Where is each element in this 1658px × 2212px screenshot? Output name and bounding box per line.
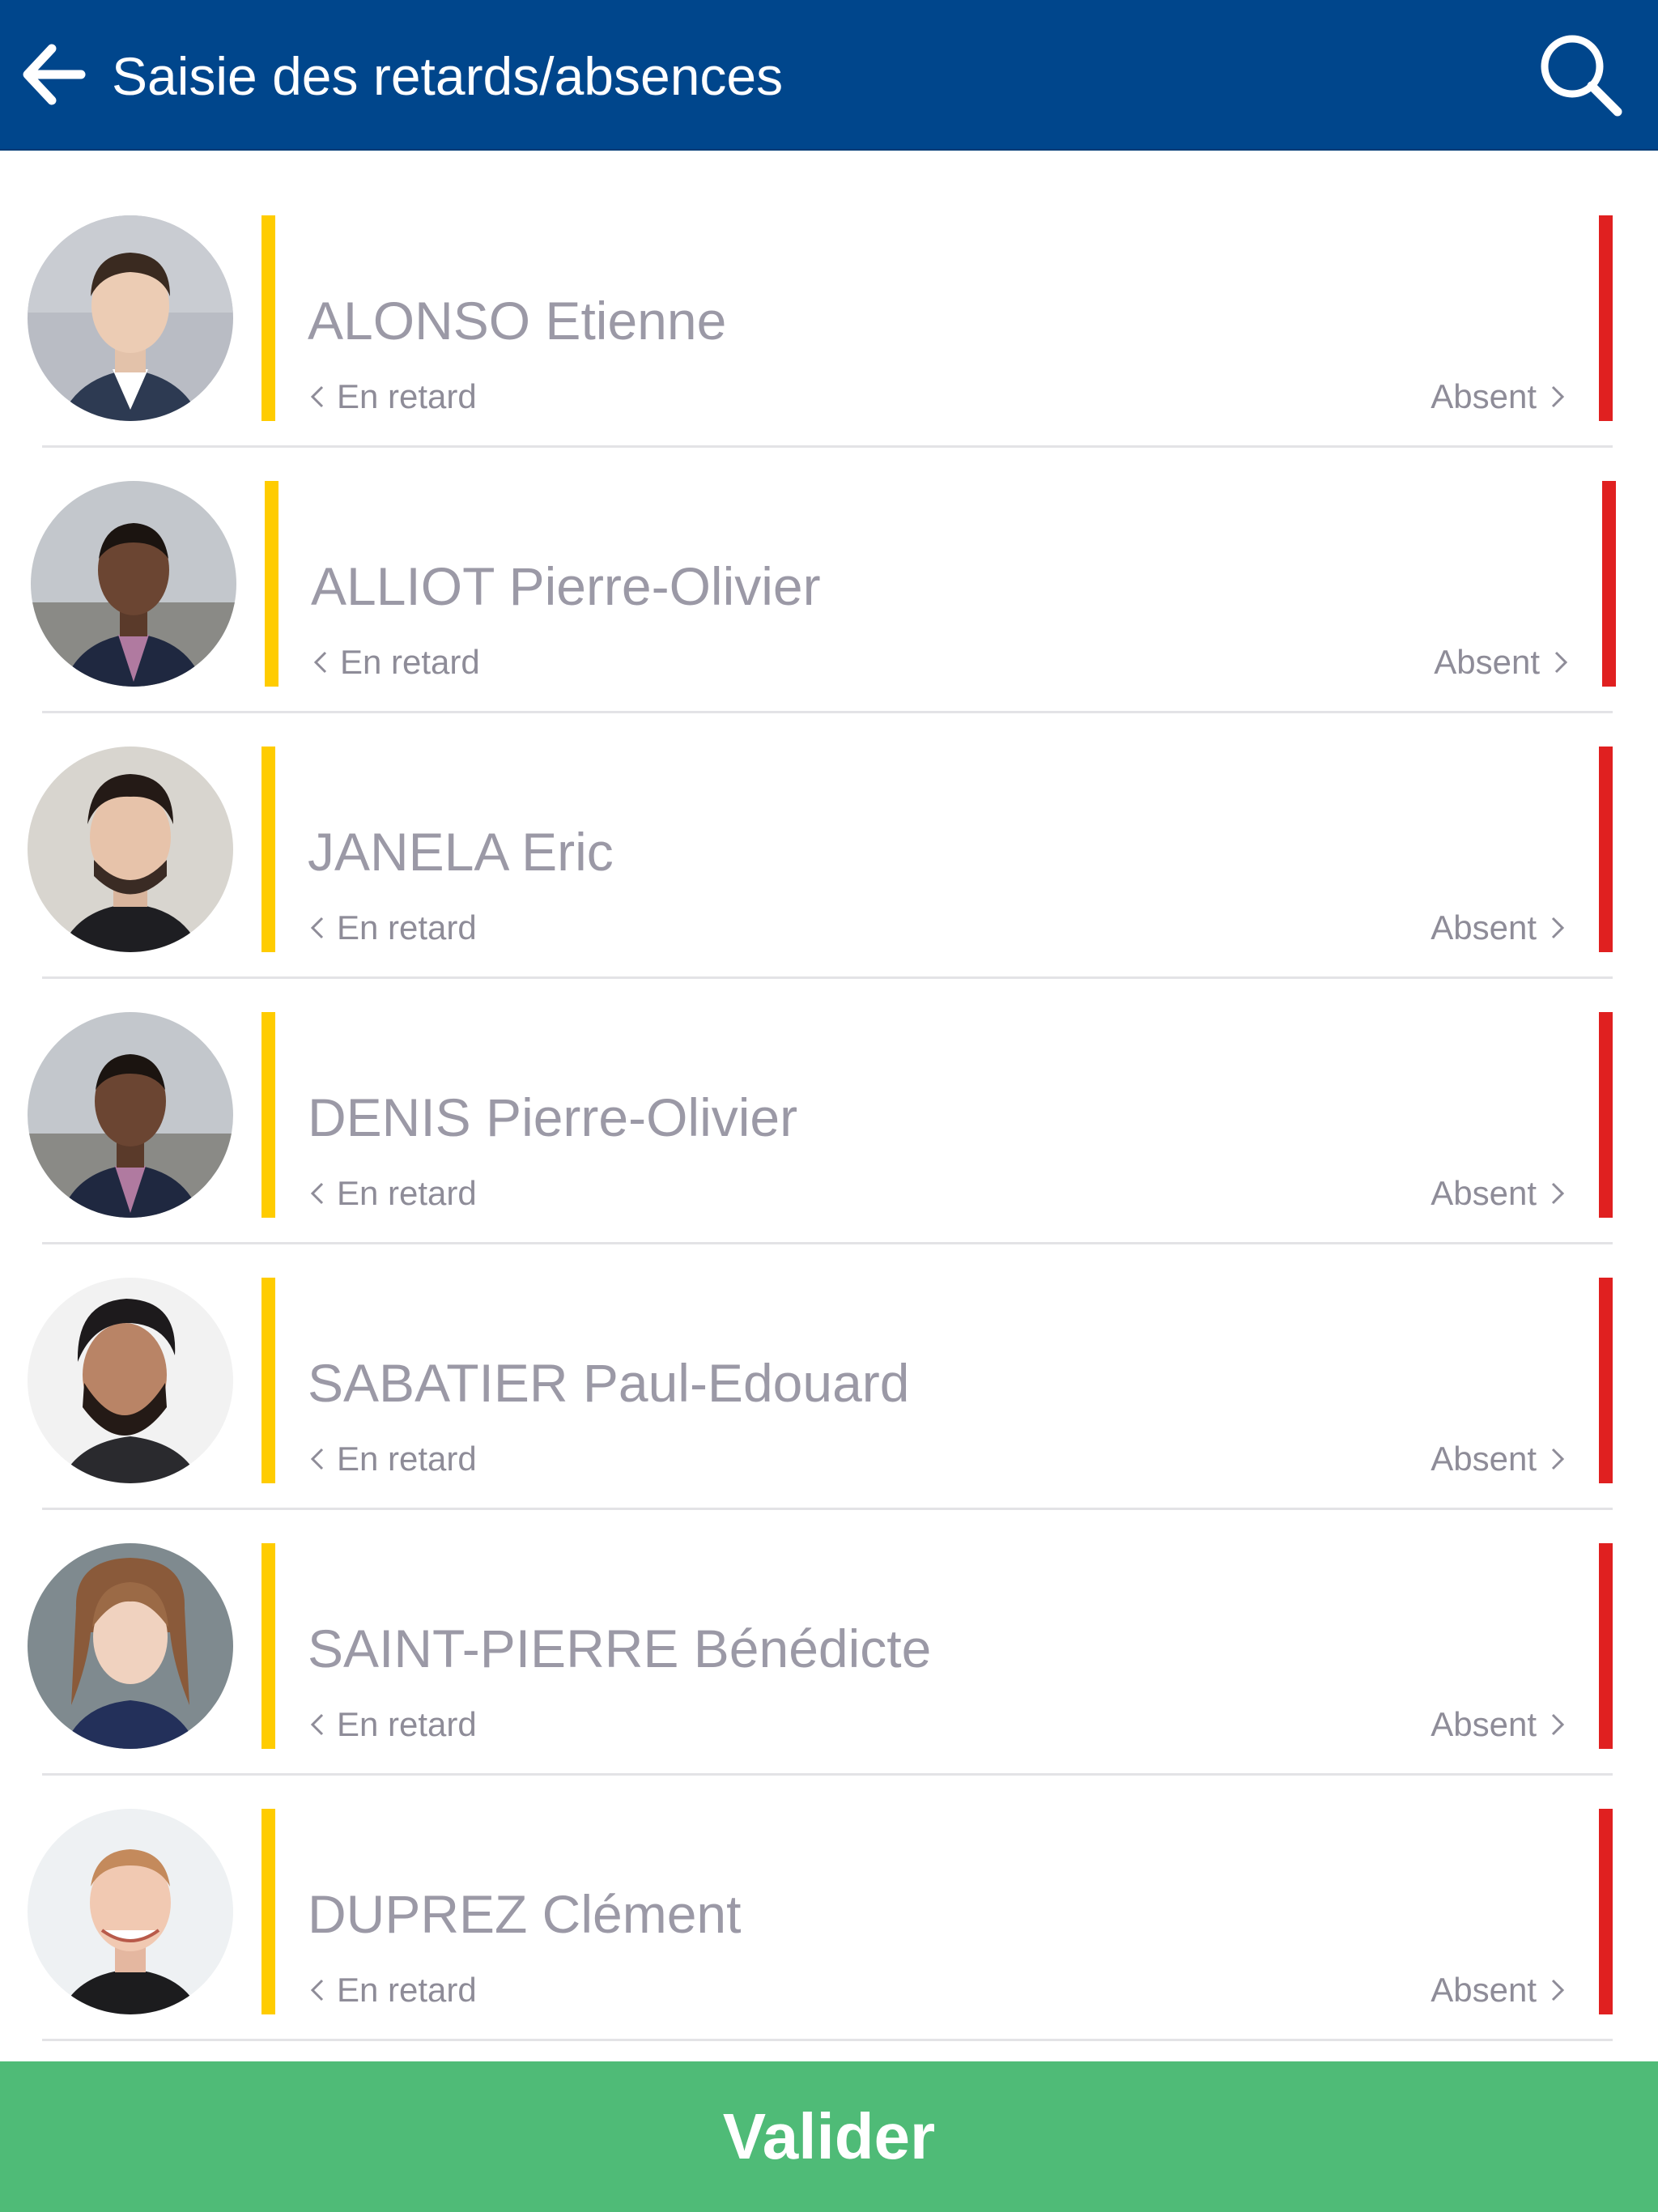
row-divider xyxy=(42,2039,1613,2041)
student-list: ALONSO Etienne En retard Absent ALLIOT P… xyxy=(0,151,1658,2061)
absent-label: Absent xyxy=(1434,643,1540,681)
late-button[interactable]: En retard xyxy=(311,640,480,685)
student-row[interactable]: DENIS Pierre-Olivier En retard Absent xyxy=(0,980,1658,1245)
absent-label: Absent xyxy=(1431,908,1537,946)
row-divider xyxy=(42,1508,1613,1510)
avatar xyxy=(28,1809,233,2014)
student-row[interactable]: SABATIER Paul-Edouard En retard Absent xyxy=(0,1245,1658,1511)
avatar xyxy=(28,1012,233,1218)
student-name: DENIS Pierre-Olivier xyxy=(308,1087,798,1147)
chevron-right-icon xyxy=(1551,1979,1565,2001)
absent-button[interactable]: Absent xyxy=(1431,374,1567,419)
student-name: SAINT-PIERRE Bénédicte xyxy=(308,1619,932,1678)
absent-label: Absent xyxy=(1431,377,1537,415)
late-button[interactable]: En retard xyxy=(308,1702,477,1747)
chevron-right-icon xyxy=(1554,651,1568,673)
absent-indicator xyxy=(1599,215,1613,421)
absent-label: Absent xyxy=(1431,1440,1537,1478)
row-divider xyxy=(42,445,1613,448)
chevron-right-icon xyxy=(1551,1182,1565,1204)
avatar xyxy=(28,1278,233,1483)
absent-indicator xyxy=(1599,1809,1613,2014)
late-label: En retard xyxy=(337,908,477,946)
late-label: En retard xyxy=(337,377,477,415)
student-row[interactable]: ALONSO Etienne En retard Absent xyxy=(0,183,1658,449)
student-name: ALLIOT Pierre-Olivier xyxy=(311,556,821,616)
avatar xyxy=(28,1543,233,1749)
chevron-right-icon xyxy=(1551,1448,1565,1470)
late-indicator xyxy=(261,1012,275,1218)
back-button[interactable] xyxy=(19,40,87,108)
search-button[interactable] xyxy=(1535,29,1626,120)
late-label: En retard xyxy=(340,643,480,681)
chevron-left-icon xyxy=(310,1979,324,2001)
absent-button[interactable]: Absent xyxy=(1431,905,1567,951)
late-indicator xyxy=(261,1278,275,1483)
page-title: Saisie des retards/absences xyxy=(112,46,784,106)
late-indicator xyxy=(261,747,275,952)
chevron-left-icon xyxy=(310,1448,324,1470)
app-screen: Saisie des retards/absences ALONSO Etien… xyxy=(0,0,1658,2212)
chevron-left-icon xyxy=(310,1182,324,1204)
student-row[interactable]: SAINT-PIERRE Bénédicte En retard Absent xyxy=(0,1511,1658,1776)
chevron-left-icon xyxy=(310,1713,324,1735)
student-name: SABATIER Paul-Edouard xyxy=(308,1353,910,1413)
student-row[interactable]: DUPREZ Clément En retard Absent xyxy=(0,1776,1658,2042)
avatar xyxy=(31,481,236,687)
chevron-right-icon xyxy=(1551,917,1565,938)
late-button[interactable]: En retard xyxy=(308,1171,477,1216)
absent-indicator xyxy=(1599,1278,1613,1483)
late-indicator xyxy=(261,1543,275,1749)
student-name: ALONSO Etienne xyxy=(308,291,727,351)
student-row[interactable]: ALLIOT Pierre-Olivier En retard Absent xyxy=(0,449,1658,714)
row-divider xyxy=(42,1242,1613,1244)
chevron-left-icon xyxy=(313,651,327,673)
late-indicator xyxy=(261,1809,275,2014)
late-button[interactable]: En retard xyxy=(308,905,477,951)
absent-label: Absent xyxy=(1431,1174,1537,1212)
late-indicator xyxy=(261,215,275,421)
absent-button[interactable]: Absent xyxy=(1431,1436,1567,1482)
absent-indicator xyxy=(1599,1543,1613,1749)
student-name: DUPREZ Clément xyxy=(308,1884,742,1944)
late-label: En retard xyxy=(337,1971,477,2009)
avatar xyxy=(28,747,233,952)
app-header: Saisie des retards/absences xyxy=(0,0,1658,151)
avatar xyxy=(28,215,233,421)
chevron-left-icon xyxy=(310,385,324,407)
absent-indicator xyxy=(1602,481,1616,687)
absent-button[interactable]: Absent xyxy=(1431,1702,1567,1747)
student-name: JANELA Eric xyxy=(308,822,614,882)
chevron-left-icon xyxy=(310,917,324,938)
absent-label: Absent xyxy=(1431,1971,1537,2009)
late-indicator xyxy=(265,481,278,687)
arrow-left-icon xyxy=(23,44,86,105)
absent-button[interactable]: Absent xyxy=(1431,1171,1567,1216)
chevron-right-icon xyxy=(1551,385,1565,407)
student-row[interactable] xyxy=(0,2042,1658,2061)
validate-button[interactable]: Valider xyxy=(0,2061,1658,2212)
student-row[interactable]: JANELA Eric En retard Absent xyxy=(0,714,1658,980)
absent-indicator xyxy=(1599,1012,1613,1218)
late-button[interactable]: En retard xyxy=(308,374,477,419)
late-button[interactable]: En retard xyxy=(308,1436,477,1482)
search-icon xyxy=(1541,35,1622,117)
absent-label: Absent xyxy=(1431,1705,1537,1743)
late-label: En retard xyxy=(337,1440,477,1478)
late-label: En retard xyxy=(337,1705,477,1743)
row-divider xyxy=(42,711,1613,713)
row-divider xyxy=(42,1773,1613,1776)
late-label: En retard xyxy=(337,1174,477,1212)
absent-button[interactable]: Absent xyxy=(1434,640,1571,685)
chevron-right-icon xyxy=(1551,1713,1565,1735)
late-button[interactable]: En retard xyxy=(308,1967,477,2013)
absent-button[interactable]: Absent xyxy=(1431,1967,1567,2013)
row-divider xyxy=(42,976,1613,979)
absent-indicator xyxy=(1599,747,1613,952)
